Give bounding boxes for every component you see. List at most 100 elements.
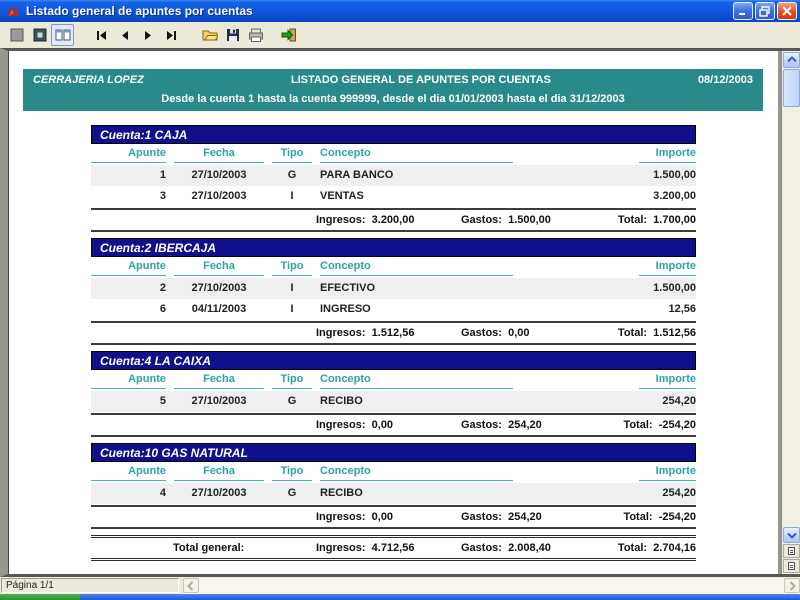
table-row: 4 27/10/2003 G RECIBO 254,20 [91,483,696,504]
table-cell: INGRESO [320,303,371,315]
vertical-scroll-thumb[interactable] [783,69,800,107]
report-page: CERRAJERIA LOPEZ LISTADO GENERAL DE APUN… [8,51,778,574]
column-header-importe: Importe [639,465,696,481]
title-bar[interactable]: Listado general de apuntes por cuentas [0,0,800,22]
scroll-up-button[interactable] [783,52,800,68]
scroll-left-button[interactable] [183,578,199,593]
table-cell: 3.200,00 [653,190,696,202]
exit-button[interactable] [277,24,300,46]
account-section: Cuenta:10 GAS NATURAL Apunte Fecha Tipo Con… [91,443,696,529]
first-page-icon [96,31,106,40]
toolbar [0,22,800,48]
chevron-right-icon [789,580,796,591]
taskbar-start-fragment [0,594,80,600]
grand-total-label: Total general: [173,542,245,554]
close-button[interactable] [777,2,797,20]
next-page-button[interactable] [136,24,159,46]
table-cell: 1.500,00 [653,282,696,294]
chevron-left-icon [187,580,194,591]
section-bottom-rule [91,343,696,345]
table-cell: 12,56 [668,303,696,315]
column-header-tipo: Tipo [272,465,312,481]
vertical-scrollbar[interactable] [781,51,800,574]
app-icon [5,3,21,19]
table-cell: 1 [159,169,166,181]
horizontal-scroll-track[interactable] [199,578,784,593]
account-title: Cuenta:10 GAS NATURAL [100,445,248,460]
save-button[interactable] [221,24,244,46]
chevron-up-icon [786,56,797,63]
page-up-button[interactable] [783,544,800,558]
table-row: 1 27/10/2003 G PARA BANCO 1.500,00 [91,165,696,186]
section-gastos: Gastos: 254,20 [461,511,542,523]
page-up-icon [788,547,795,555]
previous-page-icon [121,31,128,40]
two-pages-view-button[interactable] [51,24,74,46]
account-sections: Cuenta:1 CAJA Apunte Fecha Tipo Concepto Imp… [91,125,696,529]
whole-page-view-button[interactable] [5,24,28,46]
section-bottom-rule [91,230,696,232]
column-headers: Apunte Fecha Tipo Concepto Importe [91,147,696,163]
window-controls [733,2,797,20]
chevron-down-icon [786,532,797,539]
horizontal-scrollbar[interactable] [183,577,800,594]
column-header-apunte: Apunte [91,147,166,163]
table-cell: G [287,169,297,181]
column-header-fecha: Fecha [174,260,264,276]
taskbar-fragment [80,594,800,600]
table-cell: EFECTIVO [320,282,376,294]
exit-icon [281,28,296,42]
section-total: Total: 1.700,00 [617,214,696,226]
restore-button[interactable] [755,2,775,20]
section-ingresos: Ingresos: 1.512,56 [316,327,415,339]
grand-total-row: Total general: Ingresos: 4.712,56 Gastos… [91,538,696,558]
scroll-right-button[interactable] [784,578,800,593]
table-row: 2 27/10/2003 I EFECTIVO 1.500,00 [91,278,696,299]
table-cell: 4 [159,487,166,499]
app-window: Listado general de apuntes por cuentas C… [0,0,800,600]
table-cell: G [287,395,297,407]
table-cell: PARA BANCO [320,169,394,181]
table-row: 5 27/10/2003 G RECIBO 254,20 [91,391,696,412]
account-band: Cuenta:1 CAJA [91,125,696,144]
next-page-icon [144,31,151,40]
scroll-down-button[interactable] [783,527,800,543]
section-total: Total: 1.512,56 [617,327,696,339]
page-width-view-button[interactable] [28,24,51,46]
grand-total-bottom-rule [91,558,696,561]
column-header-apunte: Apunte [91,373,166,389]
column-header-concepto: Concepto [320,465,513,481]
open-button[interactable] [198,24,221,46]
column-headers: Apunte Fecha Tipo Concepto Importe [91,260,696,276]
report-header: CERRAJERIA LOPEZ LISTADO GENERAL DE APUN… [23,69,763,111]
section-totals: Ingresos: 3.200,00 Gastos: 1.500,00 Tota… [91,210,696,230]
table-cell: 254,20 [662,487,696,499]
minimize-button[interactable] [733,2,753,20]
print-button[interactable] [244,24,267,46]
column-header-apunte: Apunte [91,465,166,481]
column-header-tipo: Tipo [272,147,312,163]
account-section: Cuenta:2 IBERCAJA Apunte Fecha Tipo Concept… [91,238,696,345]
column-headers: Apunte Fecha Tipo Concepto Importe [91,465,696,481]
page-down-button[interactable] [783,559,800,573]
account-title: Cuenta:2 IBERCAJA [100,240,217,255]
printer-icon [248,28,263,42]
company-name: CERRAJERIA LOPEZ [33,74,144,86]
table-cell: RECIBO [320,395,363,407]
section-rows: 2 27/10/2003 I EFECTIVO 1.500,00 6 04/11/2003 I… [91,278,696,320]
column-header-fecha: Fecha [174,147,264,163]
whole-page-icon [10,28,23,42]
table-cell: 3 [159,190,166,202]
table-cell: 6 [159,303,166,315]
last-page-button[interactable] [159,24,182,46]
restore-icon [759,6,770,17]
table-cell: I [290,282,294,294]
vertical-scrollbar-bottom [782,526,800,574]
section-bottom-rule [91,527,696,529]
open-folder-icon [202,30,218,41]
previous-page-button[interactable] [113,24,136,46]
two-pages-icon [55,29,70,41]
page-indicator: Página 1/1 [1,578,179,593]
table-cell: I [290,190,294,202]
first-page-button[interactable] [90,24,113,46]
